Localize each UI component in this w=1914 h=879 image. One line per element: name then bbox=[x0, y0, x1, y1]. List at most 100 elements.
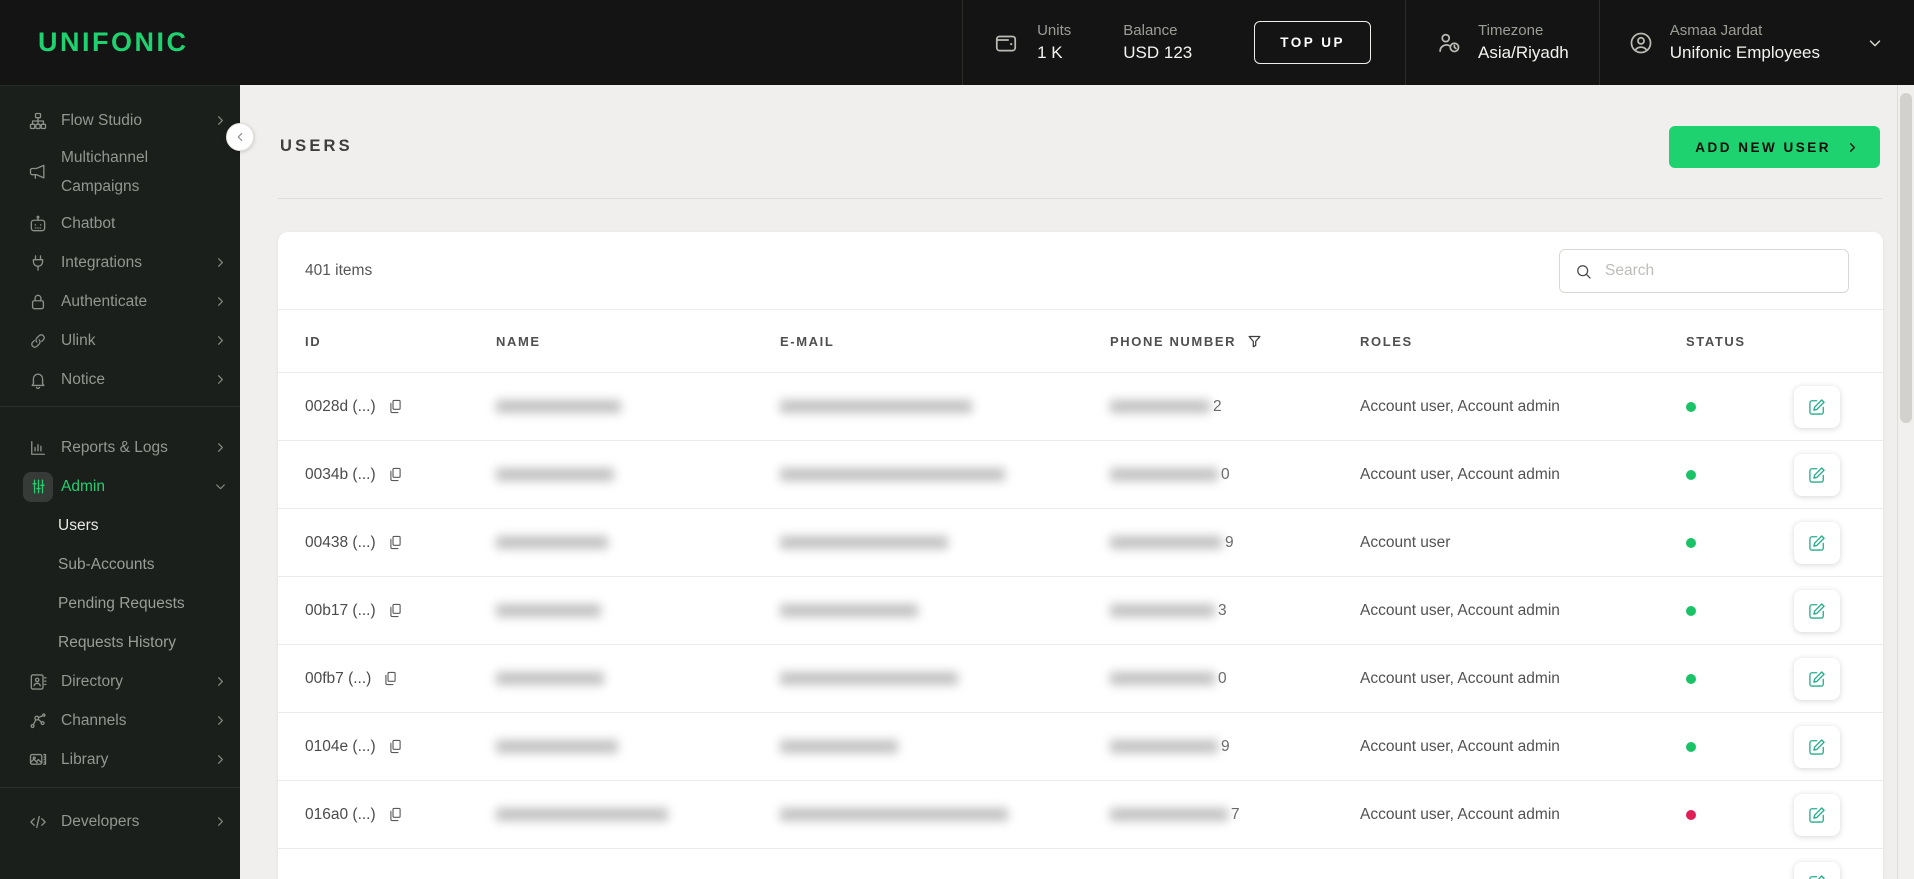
account-menu[interactable]: Asmaa Jardat Unifonic Employees bbox=[1600, 0, 1914, 85]
cell-phone: 3 bbox=[1110, 602, 1360, 620]
bell-icon bbox=[28, 370, 48, 390]
sidebar-item-label: Directory bbox=[61, 672, 124, 690]
sidebar-item-admin[interactable]: Admin bbox=[0, 467, 240, 506]
table-toolbar: 401 items bbox=[278, 232, 1883, 310]
sidebar-item-library[interactable]: Library bbox=[0, 740, 240, 779]
cell-email bbox=[780, 808, 1110, 821]
edit-user-button[interactable] bbox=[1794, 385, 1840, 428]
sidebar-collapse-button[interactable] bbox=[226, 123, 254, 151]
sidebar-item-notice[interactable]: Notice bbox=[0, 360, 240, 399]
chevron-right-icon bbox=[213, 674, 228, 689]
sidebar-subitem-sub-accounts[interactable]: Sub-Accounts bbox=[0, 545, 240, 584]
edit-user-button[interactable] bbox=[1794, 725, 1840, 768]
add-new-user-button[interactable]: ADD NEW USER bbox=[1669, 126, 1880, 168]
redacted-name bbox=[496, 400, 621, 413]
redacted-name bbox=[496, 808, 668, 821]
sidebar-item-label: Ulink bbox=[61, 331, 96, 349]
edit-icon bbox=[1807, 465, 1827, 485]
sidebar-item-label: Multichannel Campaigns bbox=[61, 148, 149, 195]
copy-icon[interactable] bbox=[387, 398, 404, 415]
cell-id: 0104e (...) bbox=[305, 738, 496, 756]
sidebar-item-multichannel-campaigns[interactable]: Multichannel Campaigns bbox=[0, 140, 240, 204]
header-divider bbox=[278, 198, 1882, 199]
user-clock-icon bbox=[1436, 30, 1462, 56]
copy-icon[interactable] bbox=[387, 806, 404, 823]
sidebar-item-chatbot[interactable]: Chatbot bbox=[0, 204, 240, 243]
edit-user-button[interactable] bbox=[1794, 521, 1840, 564]
scrollbar[interactable] bbox=[1897, 85, 1914, 879]
copy-icon[interactable] bbox=[387, 738, 404, 755]
edit-icon bbox=[1807, 873, 1827, 879]
col-header-name: NAME bbox=[496, 334, 780, 349]
chevron-down-icon[interactable] bbox=[1866, 34, 1884, 52]
cell-actions bbox=[1794, 589, 1856, 632]
cell-name bbox=[496, 468, 780, 481]
chevron-left-icon bbox=[233, 130, 247, 144]
table-row: 00fb7 (...) 0 Account user, Account admin bbox=[278, 644, 1883, 712]
top-up-button[interactable]: TOP UP bbox=[1254, 21, 1372, 64]
edit-icon bbox=[1807, 601, 1827, 621]
unifonic-logo: UNIFONIC bbox=[38, 27, 189, 57]
edit-user-button[interactable] bbox=[1794, 657, 1840, 700]
user-id: 0034b (...) bbox=[305, 465, 376, 483]
cell-actions bbox=[1794, 385, 1856, 428]
edit-user-button[interactable] bbox=[1794, 589, 1840, 632]
chevron-right-icon bbox=[213, 372, 228, 387]
table-row: 00438 (...) 9 Account user bbox=[278, 508, 1883, 576]
sidebar-subitem-users[interactable]: Users bbox=[0, 506, 240, 545]
filter-icon[interactable] bbox=[1246, 333, 1263, 350]
units-stat: Units 1 K bbox=[1037, 22, 1071, 63]
chevron-right-icon bbox=[213, 255, 228, 270]
items-count: 401 items bbox=[305, 261, 373, 279]
table-row: 0028d (...) 2 Account user, Account admin bbox=[278, 372, 1883, 440]
timezone-stat: Timezone Asia/Riyadh bbox=[1478, 22, 1569, 63]
edit-user-button[interactable] bbox=[1794, 793, 1840, 836]
cell-name bbox=[496, 740, 780, 753]
sidebar-subitem-requests-history[interactable]: Requests History bbox=[0, 623, 240, 662]
sidebar-item-developers[interactable]: Developers bbox=[0, 802, 240, 841]
units-label: Units bbox=[1037, 22, 1072, 39]
table-row: 0034b (...) 0 Account user, Account admin bbox=[278, 440, 1883, 508]
phone-suffix: 7 bbox=[1231, 805, 1240, 823]
col-header-roles: ROLES bbox=[1360, 334, 1686, 349]
cell-id: 0034b (...) bbox=[305, 466, 496, 484]
search-box bbox=[1559, 249, 1849, 293]
megaphone-icon bbox=[28, 162, 48, 182]
sidebar-item-ulink[interactable]: Ulink bbox=[0, 321, 240, 360]
sidebar-item-label: Admin bbox=[61, 477, 105, 495]
redacted-phone bbox=[1110, 400, 1210, 413]
copy-icon[interactable] bbox=[387, 534, 404, 551]
sidebar-item-authenticate[interactable]: Authenticate bbox=[0, 282, 240, 321]
copy-icon[interactable] bbox=[387, 602, 404, 619]
chevron-right-icon bbox=[213, 752, 228, 767]
share-nodes-icon bbox=[28, 711, 48, 731]
edit-user-button[interactable] bbox=[1794, 861, 1840, 879]
copy-icon[interactable] bbox=[382, 670, 399, 687]
sidebar-item-directory[interactable]: Directory bbox=[0, 662, 240, 701]
cell-email bbox=[780, 740, 1110, 753]
cell-status bbox=[1686, 469, 1794, 480]
timezone-group: Timezone Asia/Riyadh bbox=[1406, 0, 1599, 85]
cell-name bbox=[496, 400, 780, 413]
sidebar-item-channels[interactable]: Channels bbox=[0, 701, 240, 740]
user-id: 00b17 (...) bbox=[305, 601, 376, 619]
sidebar-item-label: Authenticate bbox=[61, 292, 148, 310]
user-id: 00438 (...) bbox=[305, 533, 376, 551]
cell-name bbox=[496, 604, 780, 617]
cell-phone: 9 bbox=[1110, 534, 1360, 552]
edit-user-button[interactable] bbox=[1794, 453, 1840, 496]
status-dot-active bbox=[1686, 605, 1696, 616]
col-header-label: NAME bbox=[496, 333, 541, 349]
copy-icon[interactable] bbox=[387, 466, 404, 483]
search-input[interactable] bbox=[1605, 262, 1836, 280]
sidebar-item-reports-logs[interactable]: Reports & Logs bbox=[0, 428, 240, 467]
sidebar-item-integrations[interactable]: Integrations bbox=[0, 243, 240, 282]
timezone-label: Timezone bbox=[1478, 22, 1544, 39]
cell-phone: 0 bbox=[1110, 670, 1360, 688]
phone-suffix: 0 bbox=[1221, 465, 1230, 483]
redacted-name bbox=[496, 536, 608, 549]
sidebar-subitem-pending-requests[interactable]: Pending Requests bbox=[0, 584, 240, 623]
sidebar-item-flow-studio[interactable]: Flow Studio bbox=[0, 101, 240, 140]
scrollbar-thumb[interactable] bbox=[1900, 93, 1912, 423]
cell-actions bbox=[1794, 725, 1856, 768]
